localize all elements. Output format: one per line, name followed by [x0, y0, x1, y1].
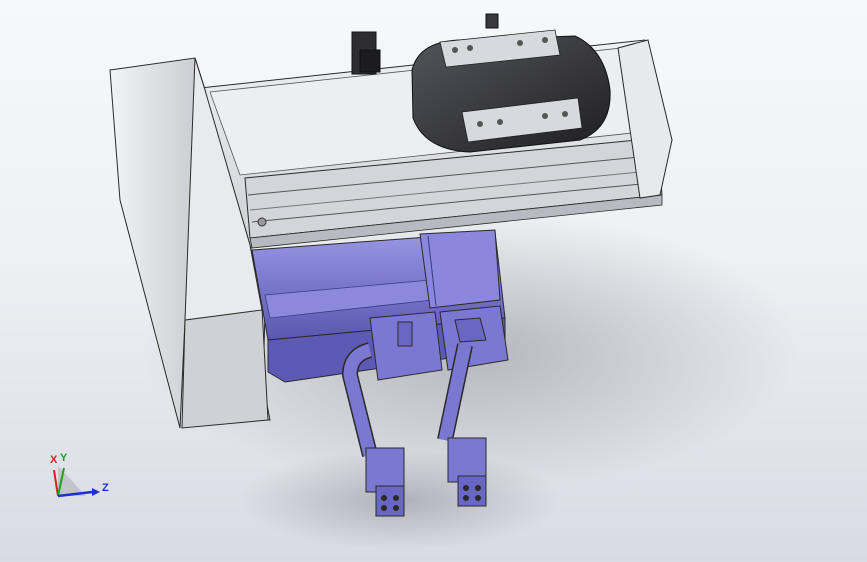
sensor-block[interactable] — [351, 31, 381, 75]
coordinate-triad: X Y Z — [46, 452, 118, 504]
model-canvas[interactable] — [0, 0, 867, 562]
carriage-slider[interactable] — [411, 13, 611, 153]
x-axis-label: X — [50, 454, 58, 466]
z-axis-label: Z — [102, 482, 109, 494]
x-axis-icon — [53, 469, 59, 497]
model-viewport[interactable] — [0, 0, 867, 562]
y-axis-label: Y — [60, 452, 68, 464]
